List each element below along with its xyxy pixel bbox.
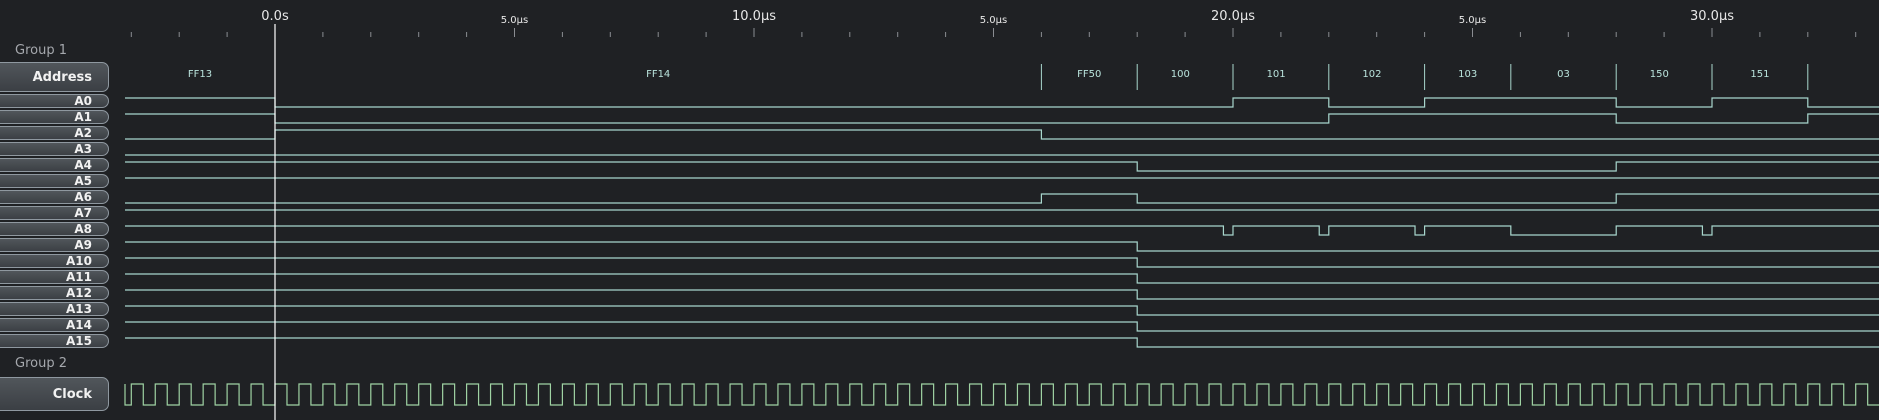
bus-value-label: FF13	[187, 69, 213, 80]
channel-chip-a8[interactable]: A8	[0, 222, 109, 236]
bus-value-label: FF14	[646, 69, 671, 80]
waveform-a0	[125, 97, 1879, 108]
channel-chip-a11[interactable]: A11	[0, 270, 109, 284]
ruler-major-label: 0.0s	[261, 9, 289, 24]
waveform-clock	[124, 383, 1879, 406]
waveform-a12	[125, 289, 1879, 300]
channel-chip-a0[interactable]: A0	[0, 94, 109, 108]
waveform-a11	[125, 273, 1879, 284]
channel-chip-a15[interactable]: A15	[0, 334, 109, 348]
channel-chip-a3[interactable]: A3	[0, 142, 109, 156]
channel-chip-a2[interactable]: A2	[0, 126, 109, 140]
bus-value-label: 151	[1750, 69, 1770, 80]
ruler-minor-label: 5.0µs	[1458, 15, 1487, 26]
group-2-label: Group 2	[15, 356, 67, 371]
ruler-major-label: 20.0µs	[1211, 9, 1255, 24]
bus-value-label: 102	[1362, 69, 1382, 80]
channel-chip-a10[interactable]: A10	[0, 254, 109, 268]
bus-value-label: 103	[1458, 69, 1478, 80]
channel-chip-a5[interactable]: A5	[0, 174, 109, 188]
channel-chip-a13[interactable]: A13	[0, 302, 109, 316]
bus-value-label: 03	[1557, 69, 1570, 80]
waveform-canvas[interactable]	[0, 0, 1879, 420]
waveform-a8	[125, 225, 1879, 236]
waveform-a4	[125, 161, 1879, 172]
ruler-major-label: 30.0µs	[1690, 9, 1734, 24]
waveform-a15	[125, 337, 1879, 348]
clock-channel-chip[interactable]: Clock	[0, 377, 109, 411]
bus-value-label: 150	[1649, 69, 1669, 80]
waveform-a13	[125, 305, 1879, 316]
ruler-minor-label: 5.0µs	[500, 15, 529, 26]
address-bus-chip[interactable]: Address	[0, 62, 109, 92]
channel-chip-a9[interactable]: A9	[0, 238, 109, 252]
channel-chip-a7[interactable]: A7	[0, 206, 109, 220]
channel-chip-a14[interactable]: A14	[0, 318, 109, 332]
waveform-a9	[125, 241, 1879, 252]
channel-chip-a6[interactable]: A6	[0, 190, 109, 204]
waveform-a1	[125, 113, 1879, 124]
channel-chip-a4[interactable]: A4	[0, 158, 109, 172]
bus-value-label: 101	[1266, 69, 1286, 80]
waveform-a14	[125, 321, 1879, 332]
waveform-a6	[125, 193, 1879, 204]
bus-value-label: 100	[1170, 69, 1190, 80]
waveform-a2	[125, 129, 1879, 140]
ruler-major-label: 10.0µs	[732, 9, 776, 24]
bus-value-label: FF50	[1077, 69, 1102, 80]
waveform-a10	[125, 257, 1879, 268]
logic-analyzer-window: 0.0s 10.0µs 20.0µs 30.0µs 5.0µs 5.0µs 5.0µs Gr…	[0, 0, 1879, 420]
channel-chip-a1[interactable]: A1	[0, 110, 109, 124]
channel-chip-a12[interactable]: A12	[0, 286, 109, 300]
ruler-minor-label: 5.0µs	[979, 15, 1008, 26]
group-1-label: Group 1	[15, 43, 67, 58]
